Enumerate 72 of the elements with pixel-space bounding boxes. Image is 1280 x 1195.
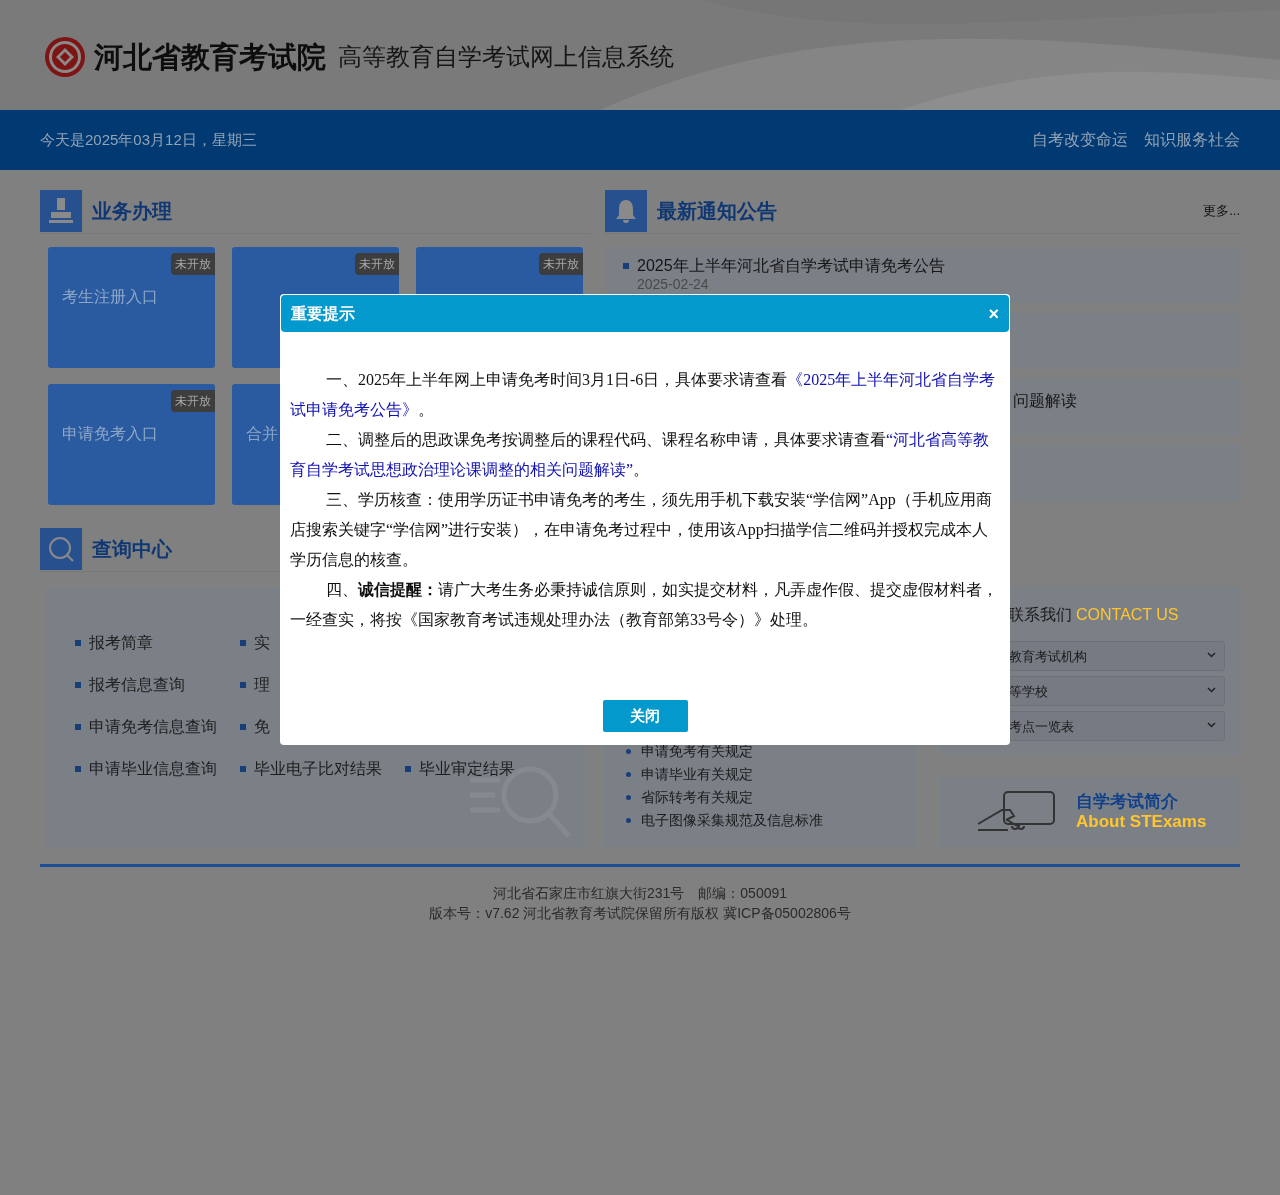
status-badge: 未开放: [171, 390, 215, 412]
close-button[interactable]: ×: [988, 304, 999, 323]
slogan-link[interactable]: 知识服务社会: [1144, 128, 1240, 152]
bullet-icon: [626, 772, 631, 777]
more-link[interactable]: 更多...: [1203, 190, 1240, 232]
query-link[interactable]: 毕业审定结果: [419, 757, 515, 781]
close-dialog-button[interactable]: 关闭: [602, 700, 688, 732]
notice-row[interactable]: 2025年上半年河北省自学考试申请免考公告 2025-02-24: [605, 247, 1240, 303]
entry-tile[interactable]: 申请免考入口 未开放: [48, 384, 215, 505]
rule-link[interactable]: 申请毕业有关规定: [641, 763, 753, 786]
query-link[interactable]: 申请毕业信息查询: [89, 757, 217, 781]
rule-link[interactable]: 电子图像采集规范及信息标准: [641, 809, 823, 832]
status-badge: 未开放: [539, 253, 583, 275]
chevron-down-icon: [1207, 687, 1216, 693]
bullet-icon: [626, 749, 631, 754]
query-link[interactable]: 实: [254, 631, 270, 655]
dialog-title: 重要提示: [291, 303, 355, 324]
bell-icon: [614, 198, 638, 224]
footer-text: 河北省石家庄市红旗大街231号 邮编：050091: [491, 884, 789, 903]
chevron-down-icon: [1207, 652, 1216, 658]
notice-paragraph: 四、诚信提醒：请广大考生务必秉持诚信原则，如实提交材料，凡弄虚作假、提交虚假材料者，一经查实，将按《国家教育考试违规处理办法（教育部第33号令）》处理。: [290, 580, 999, 630]
rule-link[interactable]: 省际转考有关规定: [641, 786, 753, 809]
about-title[interactable]: 自学考试简介: [1076, 792, 1207, 812]
stamp-icon: [47, 196, 75, 226]
search-icon: [47, 535, 75, 563]
bullet-icon: [626, 795, 631, 800]
notice-title[interactable]: 问题解读: [1013, 391, 1077, 411]
bullet-icon: [75, 766, 81, 772]
notice-paragraph: 三、学历核查：使用学历证书申请免考的考生，须先用手机下载安装“学信网”App（手机应用商店搜索关键字“学信网”进行安装），在申请免考过程中，使用该App扫描学信二维码并授权完成本人学历信息的核查。: [290, 490, 993, 570]
section-title: 最新通知公告: [657, 199, 777, 224]
tile-label: 考生注册入口: [62, 288, 158, 305]
logo-seal-icon: [44, 36, 86, 78]
bullet-icon: [240, 724, 246, 730]
bullet-icon: [240, 640, 246, 646]
section-title: 查询中心: [92, 537, 172, 562]
query-link[interactable]: 免: [254, 715, 270, 739]
hand-card-icon: [976, 790, 1056, 834]
slogan-link[interactable]: 自考改变命运: [1032, 128, 1128, 152]
notice-date: 2025-02-24: [637, 276, 710, 292]
query-link[interactable]: 报考信息查询: [89, 673, 185, 697]
date-text: 今天是2025年03月12日，星期三: [40, 129, 257, 150]
bullet-icon: [405, 766, 411, 772]
bullet-icon: [75, 682, 81, 688]
section-title: 业务办理: [92, 199, 172, 224]
query-link[interactable]: 申请免考信息查询: [89, 715, 217, 739]
notice-paragraph: 一、2025年上半年网上申请免考时间3月1日-6日，具体要求请查看《2025年上半年河北省自学考 试申请免考公告》。: [290, 370, 997, 420]
query-link[interactable]: 报考简章: [89, 631, 153, 655]
notice-link[interactable]: “河北省高等教: [886, 431, 990, 448]
status-badge: 未开放: [355, 253, 399, 275]
notice-paragraph: 二、调整后的思政课免考按调整后的课程代码、课程名称申请，具体要求请查看“河北省高等教 育自学考试思想政治理论课调整的相关问题解读”。: [290, 430, 991, 480]
bullet-icon: [240, 766, 246, 772]
notice-link[interactable]: 《2025年上半年河北省自学考: [787, 371, 996, 388]
notice-title[interactable]: 2025年上半年河北省自学考试申请免考公告: [637, 256, 945, 276]
notice-link[interactable]: 育自学考试思想政治理论课调整的相关问题解读”: [290, 461, 634, 478]
footer-text: 版本号：v7.62 河北省教育考试院保留所有版权 冀ICP备05002806号: [428, 904, 852, 923]
system-title: 高等教育自学考试网上信息系统: [338, 42, 674, 72]
organization-name: 河北省教育考试院: [94, 40, 326, 75]
bullet-icon: [75, 724, 81, 730]
tile-label: 申请免考入口: [62, 425, 158, 442]
about-title-english: About STExams: [1076, 812, 1207, 832]
bullet-icon: [626, 818, 631, 823]
contact-title-english: CONTACT US: [1076, 605, 1179, 625]
notice-link[interactable]: 试申请免考公告》: [290, 401, 418, 418]
chevron-down-icon: [1207, 722, 1216, 728]
status-badge: 未开放: [171, 253, 215, 275]
tile-label: 合并: [246, 425, 278, 442]
query-link[interactable]: 毕业电子比对结果: [254, 757, 382, 781]
bullet-icon: [240, 682, 246, 688]
query-link[interactable]: 理: [254, 673, 270, 697]
bullet-icon: [75, 640, 81, 646]
bullet-icon: [623, 263, 629, 269]
entry-tile[interactable]: 考生注册入口 未开放: [48, 247, 215, 368]
